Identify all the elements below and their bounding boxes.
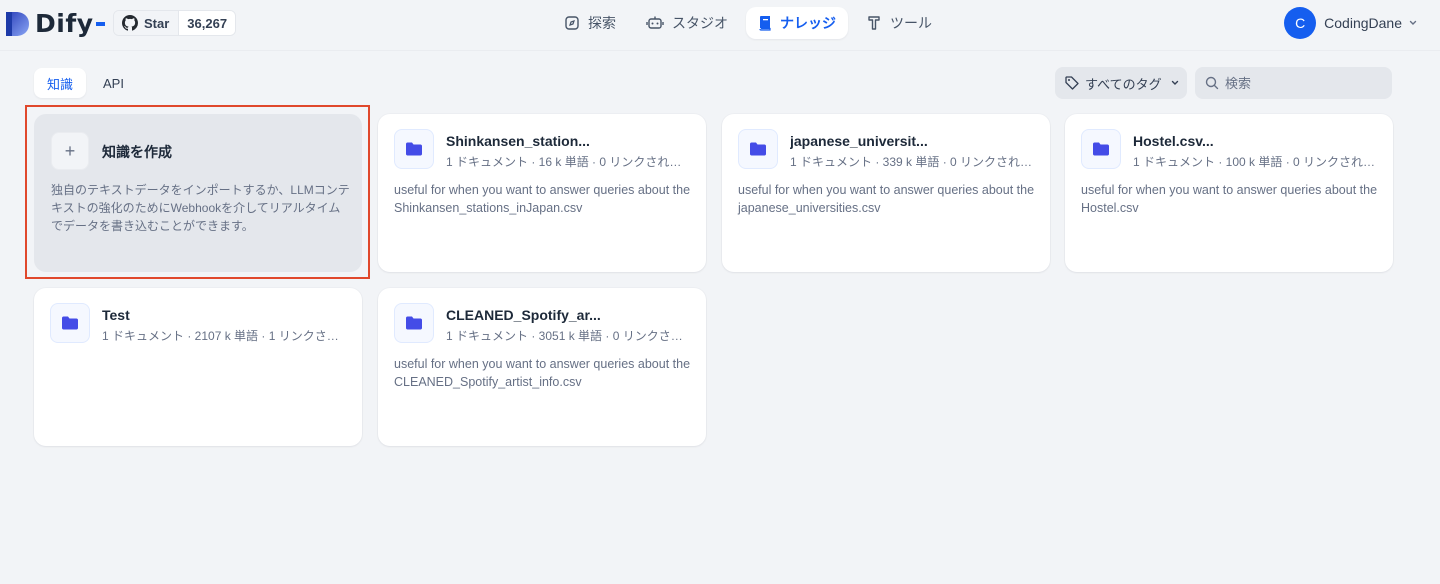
dataset-card[interactable]: Test 1 ドキュメント · 2107 k 単語 · 1 リンクされたアプリ [34,288,362,446]
dify-logo-mark-icon [6,11,29,36]
dataset-name: CLEANED_Spotify_ar... [446,307,601,323]
header-divider [0,50,1440,51]
nav-explore-label: 探索 [588,15,616,31]
dataset-name: Test [102,307,130,323]
dataset-name: Shinkansen_station... [446,133,590,149]
knowledge-tabs: 知識 API [34,68,141,98]
chevron-down-icon [1409,20,1417,25]
nav-knowledge-label: ナレッジ [780,15,836,31]
create-knowledge-title: 知識を作成 [102,144,172,160]
search-box[interactable] [1195,67,1392,99]
nav-knowledge[interactable]: ナレッジ [746,7,848,39]
explore-icon [565,16,579,30]
github-star-count[interactable]: 36,267 [179,11,236,35]
app-name: Dify [35,9,94,38]
github-star-label: Star [144,15,170,31]
create-knowledge-description: 独自のテキストデータをインポートするか、LLMコンテキストの強化のためにWebh… [51,183,350,233]
dataset-description: useful for when you want to answer queri… [738,183,1035,215]
book-icon [759,16,771,31]
dataset-name: Hostel.csv... [1133,133,1214,149]
tag-filter-dropdown[interactable]: すべてのタグ [1055,67,1187,99]
avatar: C [1284,7,1317,39]
tag-filter-label: すべてのタグ [1085,76,1162,92]
folder-icon [394,303,434,343]
plus-icon: + [51,132,89,170]
dify-logo[interactable]: Dify [4,9,105,38]
folder-icon [1081,129,1121,169]
tool-icon [868,16,880,30]
github-star-widget[interactable]: Star 36,267 [113,10,237,36]
dataset-meta: 1 ドキュメント · 3051 k 単語 · 0 リンクされたアプリ [446,329,691,343]
github-icon [122,15,138,31]
dataset-card[interactable]: CLEANED_Spotify_ar... 1 ドキュメント · 3051 k … [378,288,706,446]
folder-icon [738,129,778,169]
username: CodingDane [1324,15,1402,31]
nav-explore[interactable]: 探索 [552,7,628,39]
dataset-description: useful for when you want to answer queri… [394,183,691,215]
nav-studio[interactable]: スタジオ [634,7,740,39]
dataset-card[interactable]: japanese_universit... 1 ドキュメント · 339 k 単… [722,114,1050,272]
main-nav: 探索 スタジオ ナレッジ ツール [552,7,950,39]
logo-cursor [95,21,105,26]
search-icon [1205,76,1219,90]
dataset-meta: 1 ドキュメント · 100 k 単語 · 0 リンクされたアプリ [1133,155,1378,169]
dataset-card[interactable]: Shinkansen_station... 1 ドキュメント · 16 k 単語… [378,114,706,272]
robot-icon [646,16,664,29]
dataset-meta: 1 ドキュメント · 16 k 単語 · 0 リンクされたアプリ [446,155,691,169]
user-menu[interactable]: C CodingDane [1284,7,1418,39]
create-knowledge-card[interactable]: + 知識を作成 独自のテキストデータをインポートするか、LLMコンテキストの強化… [34,114,362,272]
nav-tools-label: ツール [890,15,932,31]
folder-icon [394,129,434,169]
folder-icon [50,303,90,343]
dataset-name: japanese_universit... [790,133,928,149]
top-header: Dify Star 36,267 探索 スタジオ ナレッジ ツール C Codi… [0,0,1440,47]
search-input[interactable] [1225,75,1385,91]
dataset-card[interactable]: Hostel.csv... 1 ドキュメント · 100 k 単語 · 0 リン… [1065,114,1393,272]
dataset-meta: 1 ドキュメント · 2107 k 単語 · 1 リンクされたアプリ [102,329,347,343]
dataset-meta: 1 ドキュメント · 339 k 単語 · 0 リンクされたアプリ [790,155,1035,169]
tab-knowledge[interactable]: 知識 [34,68,87,98]
nav-tools[interactable]: ツール [854,7,944,39]
github-star-button[interactable]: Star [114,11,180,35]
nav-studio-label: スタジオ [672,15,728,31]
tab-api[interactable]: API [90,68,137,98]
chevron-down-icon [1171,80,1178,85]
tag-icon [1065,76,1079,90]
dataset-description: useful for when you want to answer queri… [394,357,691,389]
dataset-description: useful for when you want to answer queri… [1081,183,1378,215]
